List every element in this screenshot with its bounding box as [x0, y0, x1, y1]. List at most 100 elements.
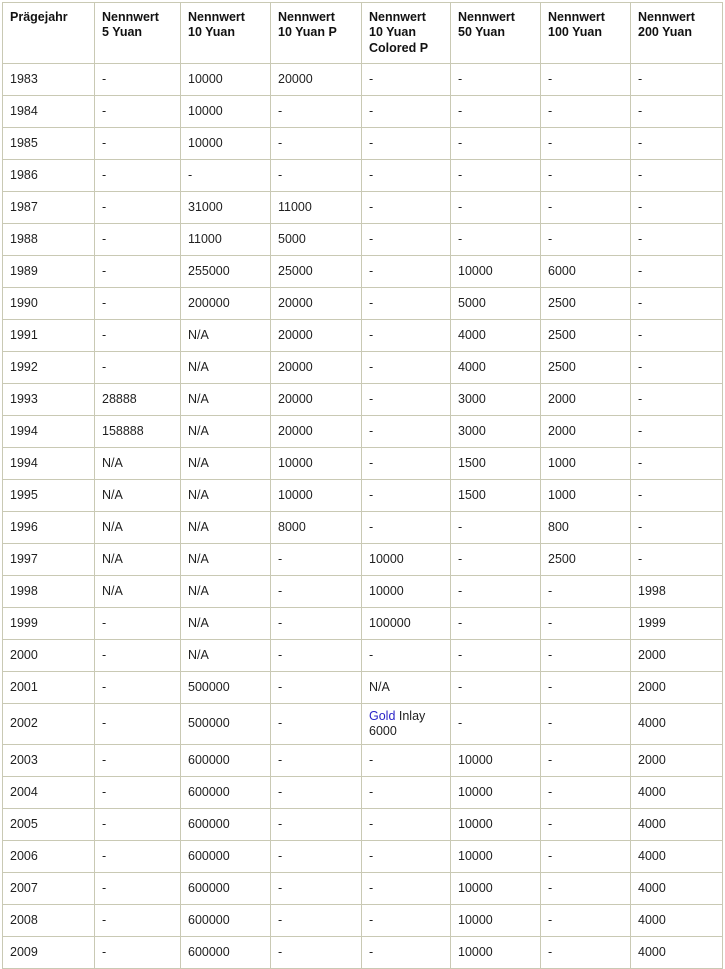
cell-y100: - — [540, 94, 631, 128]
coin-mintage-table: Prägejahr Nennwert 5 Yuan Nennwert 10 Yuan Ne… — [2, 2, 723, 969]
gold-link[interactable]: Gold — [369, 709, 395, 723]
cell-y10: N/A — [180, 542, 271, 576]
cell-y5: - — [94, 62, 181, 96]
cell-year: 2003 — [2, 744, 95, 778]
cell-y200: - — [630, 254, 723, 288]
cell-y10: N/A — [180, 382, 271, 416]
cell-y10: N/A — [180, 350, 271, 384]
cell-y50: - — [450, 606, 541, 640]
cell-y10: N/A — [180, 638, 271, 672]
cell-y10: 11000 — [180, 222, 271, 256]
cell-y50: 1500 — [450, 478, 541, 512]
cell-y10cp: - — [361, 936, 451, 969]
cell-y200: 4000 — [630, 702, 723, 746]
cell-y10cp: - — [361, 222, 451, 256]
cell-y100: - — [540, 904, 631, 938]
cell-y10p: - — [270, 94, 362, 128]
cell-y10: N/A — [180, 606, 271, 640]
cell-y10: 500000 — [180, 670, 271, 704]
cell-y100: - — [540, 62, 631, 96]
cell-year: 1985 — [2, 126, 95, 160]
column-header-y10p: Nennwert 10 Yuan P — [270, 2, 362, 64]
cell-y10cp: - — [361, 510, 451, 544]
table-row: 1985-10000- - - - - — [2, 126, 723, 160]
cell-year: 2008 — [2, 904, 95, 938]
cell-year: 2002 — [2, 702, 95, 746]
cell-y50: 10000 — [450, 840, 541, 874]
cell-y50: - — [450, 94, 541, 128]
cell-year: 1991 — [2, 318, 95, 352]
cell-y10cp: - — [361, 872, 451, 906]
cell-y10p: - — [270, 744, 362, 778]
cell-y50: 10000 — [450, 744, 541, 778]
cell-y200: 4000 — [630, 808, 723, 842]
cell-y10cp: - — [361, 808, 451, 842]
cell-y100: - — [540, 872, 631, 906]
table-row: 2001-500000- N/A - -2000 — [2, 670, 723, 704]
cell-y50: 4000 — [450, 350, 541, 384]
cell-y50: - — [450, 126, 541, 160]
column-header-y10cp: Nennwert 10 Yuan Colored P — [361, 2, 451, 64]
cell-y10p: - — [270, 702, 362, 746]
cell-y100: - — [540, 744, 631, 778]
cell-y50: 3000 — [450, 414, 541, 448]
cell-y100: - — [540, 638, 631, 672]
cell-y10p: 10000 — [270, 446, 362, 480]
cell-y50: - — [450, 62, 541, 96]
cell-y10cp: - — [361, 840, 451, 874]
cell-year: 1996 — [2, 510, 95, 544]
cell-year: 1997 — [2, 542, 95, 576]
cell-y10cp: - — [361, 776, 451, 810]
table-row: 1994 N/A N/A 10000-1500 1000- — [2, 446, 723, 480]
cell-y50: - — [450, 702, 541, 746]
cell-y200: - — [630, 382, 723, 416]
cell-y5: - — [94, 318, 181, 352]
cell-y200: 4000 — [630, 904, 723, 938]
cell-y10p: - — [270, 606, 362, 640]
cell-y100: 1000 — [540, 478, 631, 512]
cell-year: 2009 — [2, 936, 95, 969]
cell-y100: - — [540, 190, 631, 224]
column-header-year: Prägejahr — [2, 2, 95, 64]
cell-y10cp: - — [361, 382, 451, 416]
cell-y100: - — [540, 574, 631, 608]
cell-y5: - — [94, 190, 181, 224]
cell-y100: - — [540, 808, 631, 842]
cell-y5: N/A — [94, 542, 181, 576]
cell-y200: - — [630, 318, 723, 352]
cell-y5: - — [94, 872, 181, 906]
cell-y200: - — [630, 158, 723, 192]
cell-y50: 10000 — [450, 872, 541, 906]
cell-y5: - — [94, 158, 181, 192]
cell-y10: 600000 — [180, 744, 271, 778]
cell-y200: 4000 — [630, 776, 723, 810]
cell-y100: 6000 — [540, 254, 631, 288]
column-header-y100: Nennwert 100 Yuan — [540, 2, 631, 64]
cell-y10p: - — [270, 840, 362, 874]
cell-y10: N/A — [180, 318, 271, 352]
cell-y10: 600000 — [180, 904, 271, 938]
cell-y50: - — [450, 542, 541, 576]
cell-y200: 2000 — [630, 744, 723, 778]
cell-y10p: - — [270, 776, 362, 810]
cell-y5: - — [94, 670, 181, 704]
table-row: 1988-11000 5000- - - - — [2, 222, 723, 256]
cell-y100: 2500 — [540, 350, 631, 384]
cell-y200: - — [630, 222, 723, 256]
cell-y100: 2500 — [540, 286, 631, 320]
cell-y10cp: - — [361, 478, 451, 512]
cell-y200: - — [630, 286, 723, 320]
cell-y5: - — [94, 606, 181, 640]
table-header-row: Prägejahr Nennwert 5 Yuan Nennwert 10 Yuan Ne… — [2, 2, 723, 64]
cell-y5: - — [94, 94, 181, 128]
table-row: 1999- N/A -100000- -1999 — [2, 606, 723, 640]
table-row: 1991- N/A 20000-4000 2500- — [2, 318, 723, 352]
cell-y10cp: - — [361, 158, 451, 192]
cell-y50: - — [450, 158, 541, 192]
cell-y10cp: - — [361, 94, 451, 128]
cell-y10: 600000 — [180, 808, 271, 842]
cell-year: 1992 — [2, 350, 95, 384]
cell-y10cp: - — [361, 190, 451, 224]
column-header-y5: Nennwert 5 Yuan — [94, 2, 181, 64]
cell-y50: 3000 — [450, 382, 541, 416]
